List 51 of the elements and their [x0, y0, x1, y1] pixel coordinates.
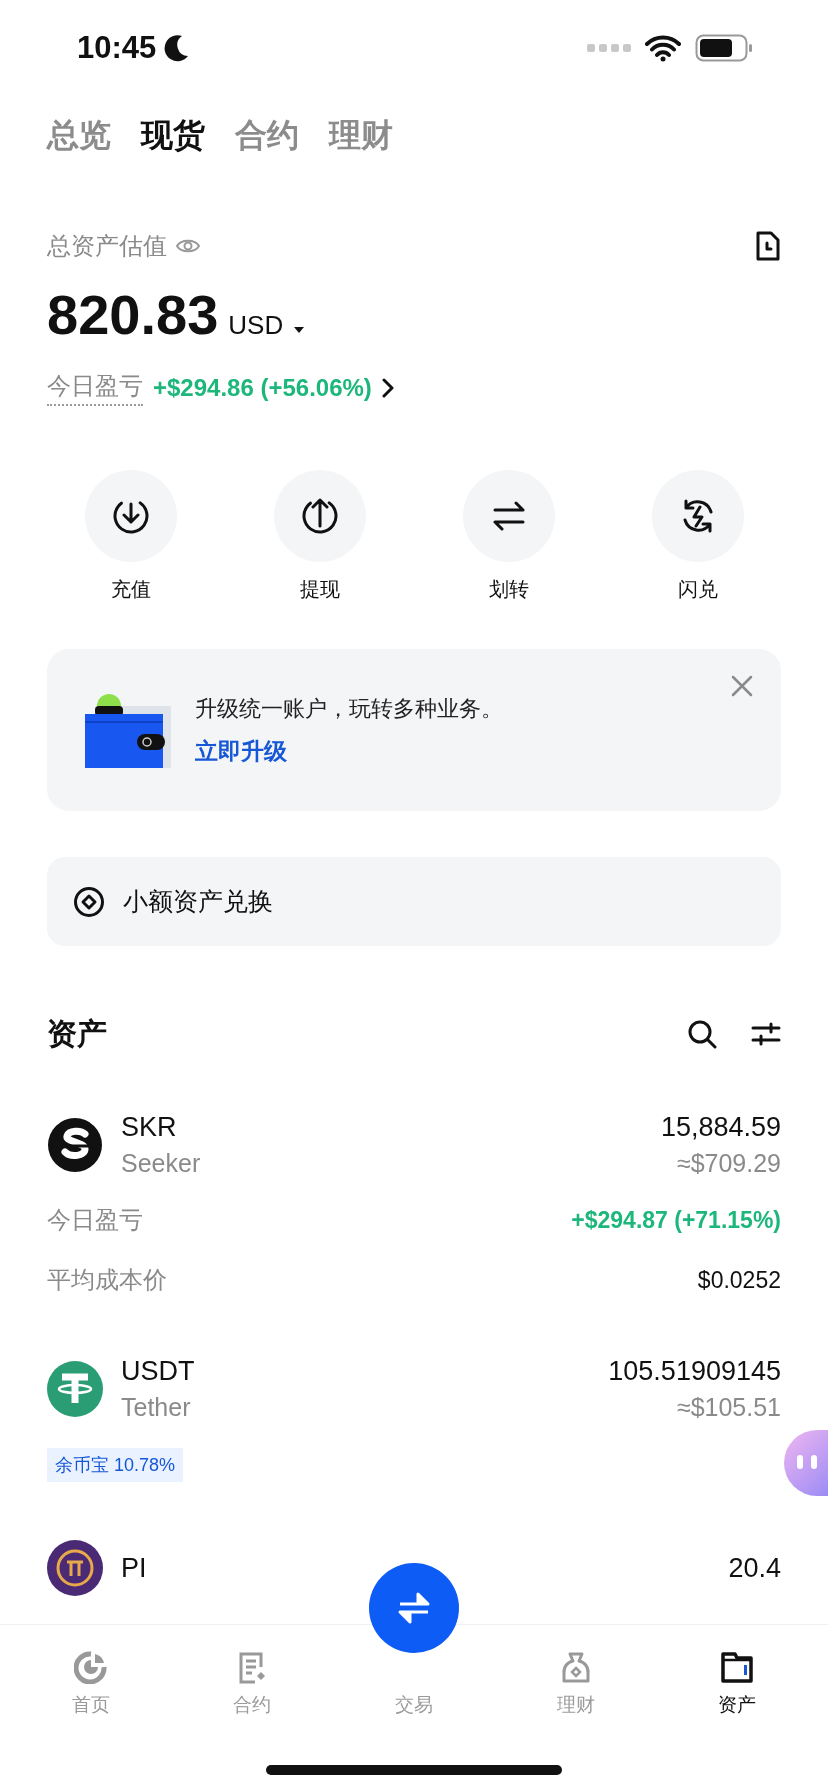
assets-heading: 资产: [47, 1015, 107, 1052]
asset-symbol: PI: [121, 1552, 148, 1584]
asset-symbol: USDT: [121, 1356, 196, 1387]
total-assets-label: 总资产估值: [47, 231, 167, 261]
detail-value: $0.0252: [697, 1266, 781, 1294]
wifi-icon: [645, 34, 681, 62]
yield-tag: 余币宝 10.78%: [47, 1448, 184, 1482]
withdraw-icon: [299, 496, 340, 536]
caret-icon[interactable]: [293, 326, 306, 334]
pi-coin-icon: [47, 1540, 103, 1596]
detail-label: 今日盈亏: [47, 1205, 143, 1235]
search-icon[interactable]: [687, 1019, 717, 1049]
asset-value: ≈$105.51: [676, 1393, 781, 1422]
nav-tab[interactable]: 资产: [656, 1625, 818, 1730]
total-amount: 820.83: [47, 282, 219, 347]
filter-sliders-icon[interactable]: [751, 1021, 781, 1047]
document-clock-icon[interactable]: [755, 231, 781, 261]
tether-coin-icon: [47, 1361, 103, 1417]
asset-name: Seeker: [121, 1149, 202, 1178]
asset-name: Tether: [121, 1393, 192, 1422]
banner-text: 升级统一账户，玩转多种业务。: [195, 694, 503, 723]
pnl-value: +$294.86 (+56.06%): [153, 374, 372, 402]
asset-amount: 20.4: [728, 1552, 781, 1584]
coin-icon: [47, 1117, 103, 1173]
tab[interactable]: 现货: [141, 114, 205, 158]
currency-selector[interactable]: USD: [228, 310, 284, 341]
action-button[interactable]: 充值: [36, 470, 225, 603]
upgrade-link[interactable]: 立即升级: [195, 735, 287, 767]
small-asset-convert-button[interactable]: 小额资产兑换: [47, 857, 781, 946]
eye-icon[interactable]: [175, 237, 201, 255]
diamond-circle-icon: [73, 885, 105, 918]
pnl-label: 今日盈亏: [47, 370, 143, 406]
asset-symbol: SKR: [121, 1112, 178, 1143]
signal-icon: [587, 43, 631, 53]
home-icon: [73, 1650, 108, 1684]
chevron-right-icon[interactable]: [381, 378, 394, 398]
asset-value: ≈$709.29: [676, 1149, 781, 1178]
status-time: 10:45: [77, 30, 157, 66]
moon-icon: [164, 34, 191, 62]
asset-amount: 105.51909145: [608, 1356, 781, 1387]
action-button[interactable]: 提现: [225, 470, 414, 603]
wallet-icon: [720, 1650, 755, 1684]
detail-value: +$294.87 (+71.15%): [571, 1206, 781, 1234]
asset-amount: 15,884.59: [660, 1112, 781, 1143]
wallet-illustration-icon: [85, 692, 171, 768]
action-button[interactable]: 划转: [414, 470, 603, 603]
detail-label: 平均成本价: [47, 1265, 167, 1295]
close-icon[interactable]: [731, 675, 753, 697]
battery-icon: [695, 34, 753, 62]
action-button[interactable]: 闪兑: [603, 470, 792, 603]
assistant-bubble-icon[interactable]: [784, 1430, 828, 1496]
